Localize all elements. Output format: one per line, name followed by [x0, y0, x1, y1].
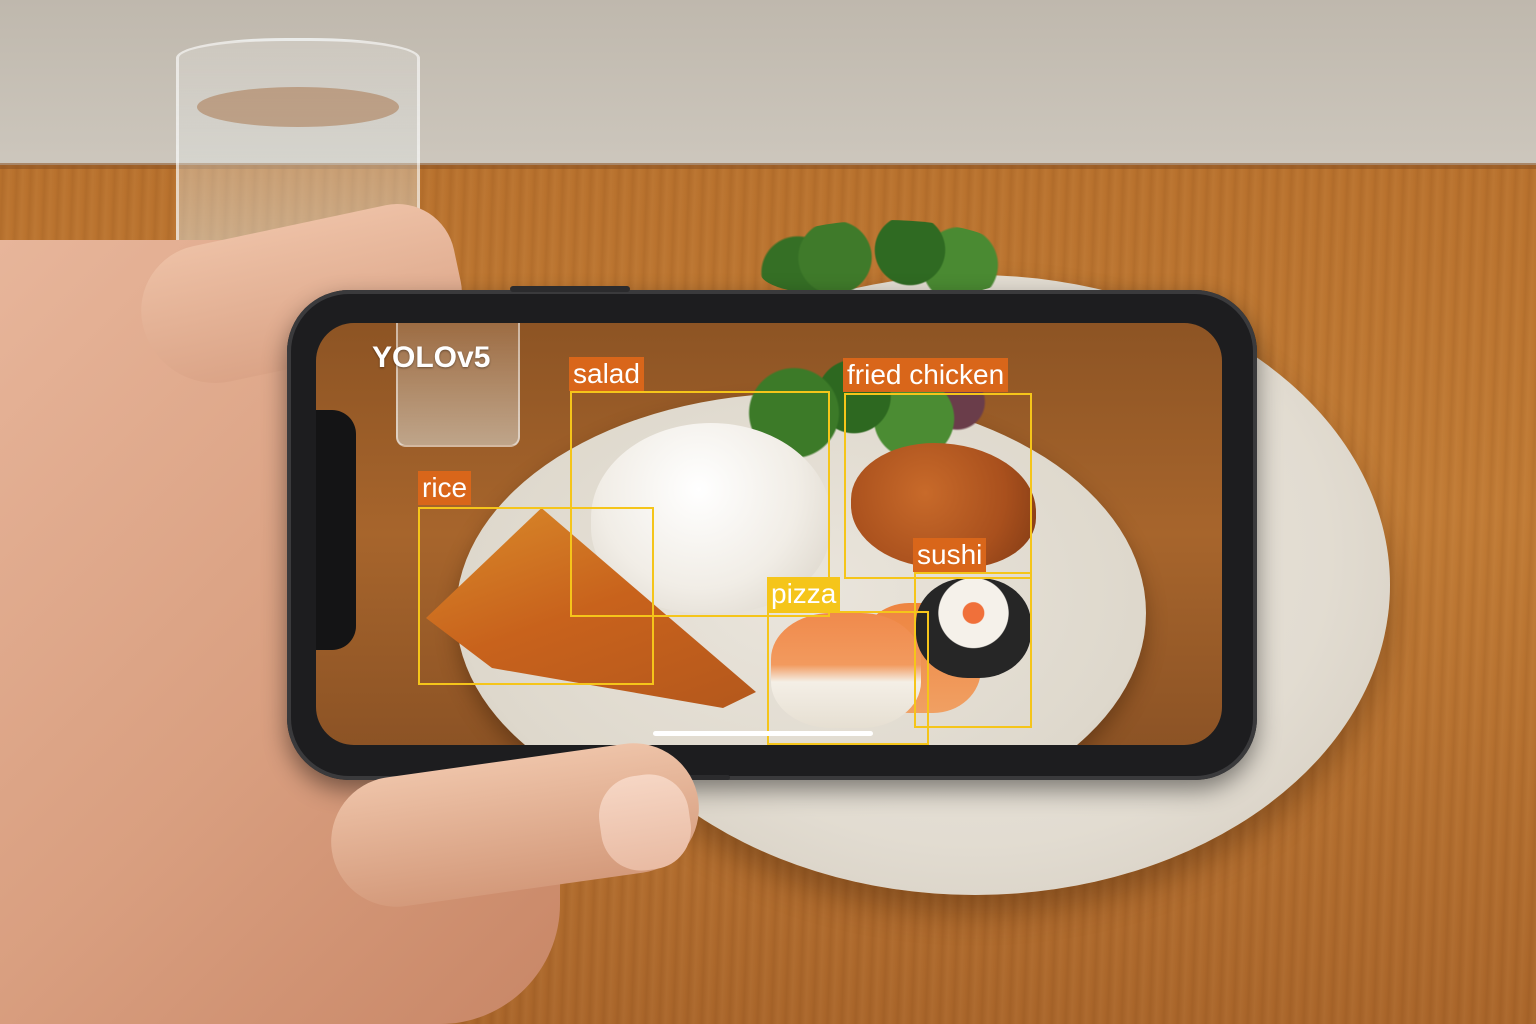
- glass-liquid: [197, 87, 399, 127]
- detection-box-pizza[interactable]: [767, 611, 929, 745]
- phone-side-button: [510, 286, 630, 292]
- home-indicator-bar[interactable]: [653, 731, 873, 736]
- detection-tag-salad: salad: [569, 357, 644, 391]
- detection-tag-sushi: sushi: [913, 538, 987, 572]
- phone-camera-notch: [316, 410, 356, 650]
- detection-tag-rice: rice: [418, 471, 472, 505]
- detection-tag-pizza: pizza: [767, 577, 841, 611]
- detection-tag-fried-chicken: fried chicken: [843, 358, 1009, 392]
- model-name-label: YOLOv5: [372, 341, 491, 374]
- camera-screen[interactable]: YOLOv5 salad fried chicken rice sushi pi…: [316, 323, 1222, 745]
- detection-box-rice[interactable]: [418, 507, 654, 685]
- real-salad-greens: [760, 220, 1010, 295]
- detection-box-sushi[interactable]: [914, 572, 1032, 728]
